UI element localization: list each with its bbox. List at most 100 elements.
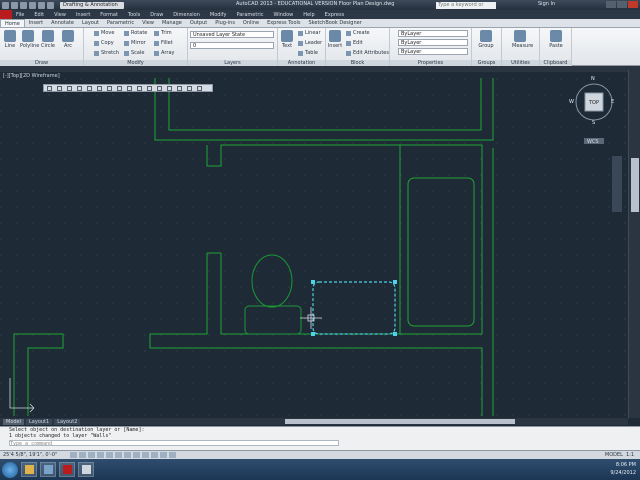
tool-icon[interactable] xyxy=(97,85,102,91)
menu-help[interactable]: Help xyxy=(303,12,314,18)
tpy-toggle[interactable] xyxy=(151,452,158,458)
insert-button[interactable]: Insert xyxy=(327,30,343,49)
tab-insert[interactable]: Insert xyxy=(25,19,47,27)
tab-view[interactable]: View xyxy=(138,19,158,27)
tab-layout[interactable]: Layout xyxy=(78,19,103,27)
menu-express[interactable]: Express xyxy=(325,12,345,18)
menu-file[interactable]: File xyxy=(16,12,24,18)
start-button-icon[interactable] xyxy=(2,461,18,478)
tool-icon[interactable] xyxy=(47,85,52,91)
menu-modify[interactable]: Modify xyxy=(210,12,227,18)
scale-button[interactable]: Scale xyxy=(124,50,144,56)
leader-button[interactable]: Leader xyxy=(298,40,322,46)
model-space-button[interactable]: MODEL xyxy=(605,452,623,458)
edit-block-button[interactable]: Edit xyxy=(346,40,363,46)
grip-handle[interactable] xyxy=(311,280,315,284)
arc-button[interactable]: Arc xyxy=(60,30,76,49)
taskbar-explorer[interactable] xyxy=(21,462,37,477)
grip-handle[interactable] xyxy=(393,280,397,284)
grid-toggle[interactable] xyxy=(79,452,86,458)
lineweight-dropdown[interactable]: ByLayer xyxy=(398,48,468,55)
polyline-button[interactable]: Polyline xyxy=(20,30,39,49)
tool-icon[interactable] xyxy=(87,85,92,91)
tool-icon[interactable] xyxy=(57,85,62,91)
menu-window[interactable]: Window xyxy=(274,12,294,18)
wcs-label[interactable]: WCS xyxy=(587,139,599,145)
sc-toggle[interactable] xyxy=(169,452,176,458)
tool-icon[interactable] xyxy=(107,85,112,91)
polar-toggle[interactable] xyxy=(97,452,104,458)
maximize-icon[interactable] xyxy=(617,1,627,8)
tool-icon[interactable] xyxy=(127,85,132,91)
quick-access-toolbar[interactable] xyxy=(2,1,54,9)
tab-output[interactable]: Output xyxy=(186,19,211,27)
tab-express-tools[interactable]: Express Tools xyxy=(263,19,304,27)
tab-online[interactable]: Online xyxy=(239,19,263,27)
tool-icon[interactable] xyxy=(187,85,192,91)
undo-icon[interactable] xyxy=(38,1,45,9)
dyn-toggle[interactable] xyxy=(133,452,140,458)
edit-attributes-button[interactable]: Edit Attributes xyxy=(346,50,389,56)
menu-insert[interactable]: Insert xyxy=(76,12,90,18)
tab-sketchbook[interactable]: SketchBook Designer xyxy=(305,19,366,27)
line-button[interactable]: Line xyxy=(2,30,18,49)
coordinates-readout[interactable]: 25'4 5/8", 19'1", 0'-0" xyxy=(0,452,70,458)
circle-button[interactable]: Circle xyxy=(40,30,56,49)
color-dropdown[interactable]: ByLayer xyxy=(398,30,468,37)
ortho-toggle[interactable] xyxy=(88,452,95,458)
sign-in-button[interactable]: Sign In xyxy=(538,1,555,7)
fillet-button[interactable]: Fillet xyxy=(154,40,173,46)
autocad-logo-icon[interactable] xyxy=(0,10,12,19)
trim-button[interactable]: Trim xyxy=(154,30,172,36)
tool-icon[interactable] xyxy=(157,85,162,91)
text-button[interactable]: Text xyxy=(279,30,295,49)
layer-state-dropdown[interactable]: Unsaved Layer State xyxy=(190,31,274,38)
menu-view[interactable]: View xyxy=(54,12,66,18)
command-input[interactable]: Type a command xyxy=(9,440,339,447)
close-icon[interactable] xyxy=(628,1,638,8)
save-icon[interactable] xyxy=(29,1,36,9)
tab-parametric[interactable]: Parametric xyxy=(103,19,138,27)
paste-button[interactable]: Paste xyxy=(548,30,564,49)
tool-icon[interactable] xyxy=(197,85,202,91)
osnap-toggle[interactable] xyxy=(106,452,113,458)
tool-icon[interactable] xyxy=(137,85,142,91)
workspace-dropdown[interactable]: Drafting & Annotation xyxy=(60,1,124,9)
linetype-dropdown[interactable]: ByLayer xyxy=(398,39,468,46)
tab-model[interactable]: Model xyxy=(3,418,25,425)
grip-handle[interactable] xyxy=(393,332,397,336)
tab-layout1[interactable]: Layout1 xyxy=(26,418,53,425)
taskbar-app[interactable] xyxy=(78,462,94,477)
linear-button[interactable]: Linear xyxy=(298,30,321,36)
menu-edit[interactable]: Edit xyxy=(34,12,44,18)
qp-toggle[interactable] xyxy=(160,452,167,458)
navigation-bar[interactable] xyxy=(612,156,622,212)
menu-dimension[interactable]: Dimension xyxy=(173,12,200,18)
array-button[interactable]: Array xyxy=(154,50,174,56)
otrack-toggle[interactable] xyxy=(115,452,122,458)
horizontal-scroll-thumb[interactable] xyxy=(285,419,515,424)
menu-draw[interactable]: Draw xyxy=(150,12,163,18)
taskbar-autocad[interactable] xyxy=(59,462,75,477)
tab-plugins[interactable]: Plug-ins xyxy=(211,19,239,27)
tab-manage[interactable]: Manage xyxy=(158,19,186,27)
vertical-scrollbar[interactable] xyxy=(628,70,640,418)
tab-layout2[interactable]: Layout2 xyxy=(54,418,81,425)
minimize-icon[interactable] xyxy=(606,1,616,8)
measure-button[interactable]: Measure xyxy=(512,30,533,49)
menu-format[interactable]: Format xyxy=(100,12,118,18)
group-button[interactable]: Group xyxy=(478,30,494,49)
tool-icon[interactable] xyxy=(117,85,122,91)
tab-annotate[interactable]: Annotate xyxy=(47,19,78,27)
lwt-toggle[interactable] xyxy=(142,452,149,458)
rotate-button[interactable]: Rotate xyxy=(124,30,147,36)
stretch-button[interactable]: Stretch xyxy=(94,50,119,56)
drawing-canvas[interactable] xyxy=(0,78,628,416)
app-menu-icon[interactable] xyxy=(2,1,9,9)
menu-tools[interactable]: Tools xyxy=(128,12,140,18)
new-icon[interactable] xyxy=(11,1,18,9)
annotation-scale[interactable]: 1:1 xyxy=(626,452,634,458)
open-icon[interactable] xyxy=(20,1,27,9)
system-tray[interactable]: 8:06 PM 9/24/2012 xyxy=(610,461,636,477)
tab-home[interactable]: Home xyxy=(0,19,25,27)
